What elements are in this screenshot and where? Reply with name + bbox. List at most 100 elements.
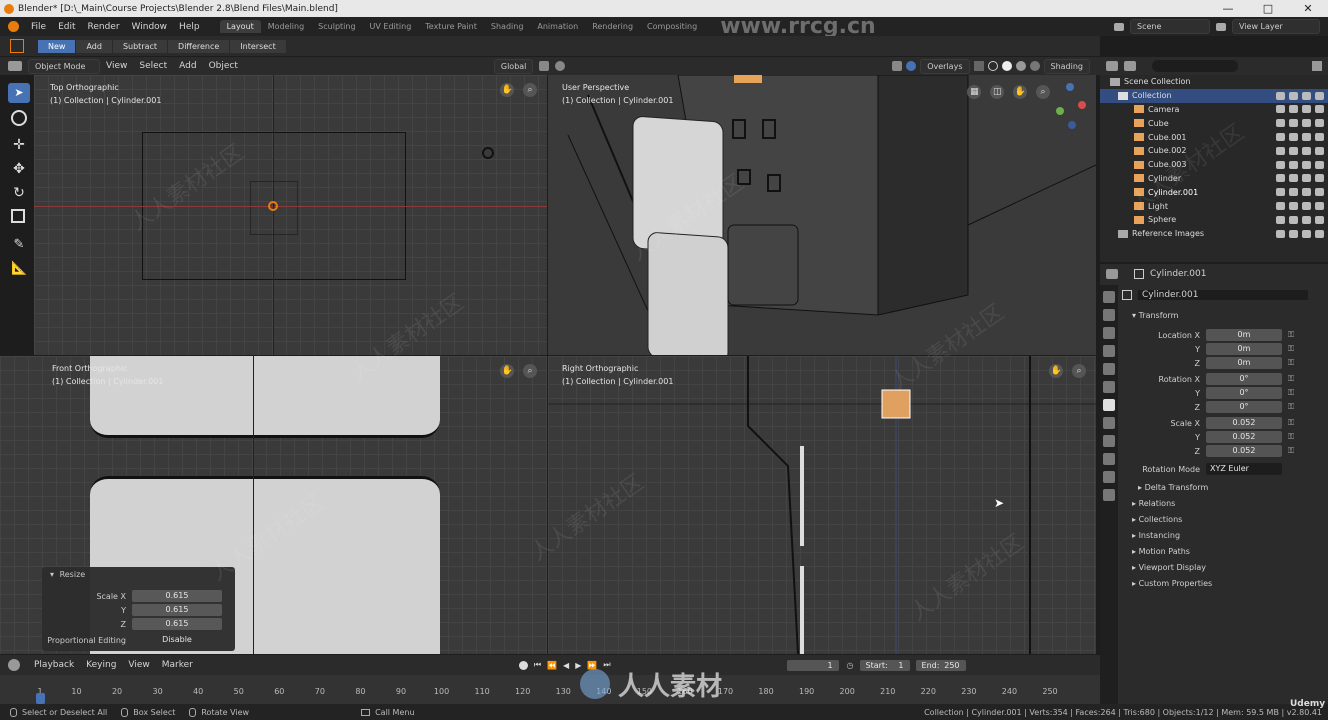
outliner-item-cube[interactable]: Cube: [1100, 116, 1328, 130]
mode-add-button[interactable]: Add: [76, 39, 113, 53]
zoom-icon[interactable]: ⌕: [1036, 85, 1050, 99]
mode-intersect-button[interactable]: Intersect: [230, 39, 287, 53]
output-tab-icon[interactable]: [1103, 327, 1115, 339]
select-box-tool-icon[interactable]: [10, 39, 24, 53]
rotation-mode-dropdown[interactable]: XYZ Euler: [1206, 463, 1282, 475]
custom-properties-header[interactable]: ▸ Custom Properties: [1118, 576, 1328, 592]
outliner-item-cube-002[interactable]: Cube.002: [1100, 144, 1328, 158]
proportional-editing-dropdown[interactable]: Disable: [132, 634, 222, 646]
menu-select[interactable]: Select: [133, 61, 173, 71]
annotate-tool-icon[interactable]: ✎: [11, 237, 27, 253]
zoom-icon[interactable]: ⌕: [1072, 364, 1086, 378]
zoom-icon[interactable]: ⌕: [523, 364, 537, 378]
jump-start-icon[interactable]: ⏮: [534, 660, 541, 670]
outliner-editor-icon[interactable]: [1106, 61, 1118, 71]
instancing-header[interactable]: ▸ Instancing: [1118, 528, 1328, 544]
constraint-tab-icon[interactable]: [1103, 435, 1115, 447]
lock-icon[interactable]: ⚿: [1288, 344, 1294, 354]
blender-menu-icon[interactable]: [8, 21, 19, 32]
tab-rendering[interactable]: Rendering: [585, 20, 640, 33]
view-layer-selector[interactable]: View Layer: [1232, 19, 1320, 34]
scale-z-field[interactable]: 0.615: [132, 618, 222, 630]
timeline-scrubber[interactable]: 1102030405060708090100110120130140150160…: [0, 675, 1100, 704]
tool-tab-icon[interactable]: [1103, 291, 1115, 303]
pan-icon[interactable]: ✋: [1049, 364, 1064, 378]
minimize-button[interactable]: —: [1208, 2, 1248, 15]
rotate-tool-icon[interactable]: ↻: [11, 185, 27, 201]
shading-dropdown[interactable]: Shading: [1043, 58, 1090, 74]
scale-x-field[interactable]: 0.052: [1206, 417, 1282, 429]
view-layer-tab-icon[interactable]: [1103, 345, 1115, 357]
object-tab-icon[interactable]: [1103, 399, 1115, 411]
rotation-x-field[interactable]: 0°: [1206, 373, 1282, 385]
object-name-field[interactable]: Cylinder.001: [1138, 290, 1308, 300]
current-frame-field[interactable]: 1: [786, 659, 839, 671]
mode-difference-button[interactable]: Difference: [168, 39, 231, 53]
outliner-item-cylinder-001[interactable]: Cylinder.001: [1100, 185, 1328, 199]
close-button[interactable]: ✕: [1288, 2, 1328, 15]
cursor-tool-icon[interactable]: [11, 110, 27, 126]
motion-paths-header[interactable]: ▸ Motion Paths: [1118, 544, 1328, 560]
shading-wireframe-icon[interactable]: [987, 61, 998, 71]
modifier-tab-icon[interactable]: [1103, 417, 1115, 429]
lock-icon[interactable]: ⚿: [1288, 432, 1294, 442]
scale-y-field[interactable]: 0.615: [132, 604, 222, 616]
menu-help[interactable]: Help: [173, 22, 206, 32]
menu-edit[interactable]: Edit: [52, 22, 81, 32]
start-frame-field[interactable]: Start: 1: [859, 659, 910, 671]
collections-header[interactable]: ▸ Collections: [1118, 512, 1328, 528]
xray-icon[interactable]: [973, 61, 984, 71]
world-tab-icon[interactable]: [1103, 381, 1115, 393]
menu-playback[interactable]: Playback: [28, 660, 80, 670]
orientation-dropdown[interactable]: Global: [493, 58, 534, 74]
perspective-toggle-icon[interactable]: ◫: [990, 85, 1005, 99]
pan-icon[interactable]: ✋: [1013, 85, 1028, 99]
location-z-field[interactable]: 0m: [1206, 357, 1282, 369]
outliner-item-cylinder[interactable]: Cylinder: [1100, 172, 1328, 186]
editor-type-icon[interactable]: [8, 61, 22, 71]
menu-window[interactable]: Window: [126, 22, 174, 32]
tab-animation[interactable]: Animation: [530, 20, 585, 33]
data-tab-icon[interactable]: [1103, 453, 1115, 465]
menu-view[interactable]: View: [100, 61, 133, 71]
menu-object[interactable]: Object: [203, 61, 244, 71]
relations-header[interactable]: ▸ Relations: [1118, 496, 1328, 512]
overlays-dropdown[interactable]: Overlays: [920, 58, 970, 74]
lock-icon[interactable]: ⚿: [1288, 374, 1294, 384]
transform-panel-header[interactable]: ▾ Transform: [1118, 308, 1328, 324]
snap-icon[interactable]: [539, 61, 550, 71]
outliner-reference-images[interactable]: Reference Images: [1100, 227, 1328, 241]
outliner-item-light[interactable]: Light: [1100, 199, 1328, 213]
record-icon[interactable]: [518, 660, 528, 670]
menu-marker[interactable]: Marker: [156, 660, 199, 670]
select-tool-icon[interactable]: ➤: [8, 83, 30, 103]
mode-new-button[interactable]: New: [38, 39, 77, 53]
viewport-user-perspective[interactable]: User Perspective (1) Collection | Cylind…: [548, 75, 1096, 355]
play-reverse-icon[interactable]: ◀: [563, 661, 569, 670]
tab-layout[interactable]: Layout: [219, 20, 261, 33]
outliner-item-sphere[interactable]: Sphere: [1100, 213, 1328, 227]
end-frame-field[interactable]: End: 250: [915, 659, 966, 671]
timeline-editor-icon[interactable]: [8, 659, 20, 671]
menu-timeline-view[interactable]: View: [122, 660, 155, 670]
measure-tool-icon[interactable]: 📐: [11, 261, 27, 277]
outliner-scene-collection[interactable]: Scene Collection: [1100, 75, 1328, 89]
outliner-item-cube-003[interactable]: Cube.003: [1100, 158, 1328, 172]
properties-editor-icon[interactable]: [1106, 269, 1118, 279]
scale-z-field[interactable]: 0.052: [1206, 445, 1282, 457]
shading-rendered-icon[interactable]: [1029, 61, 1040, 71]
viewport-top-orthographic[interactable]: Top Orthographic (1) Collection | Cylind…: [34, 75, 547, 355]
lock-icon[interactable]: ⚿: [1288, 418, 1294, 428]
shading-material-icon[interactable]: [1015, 61, 1026, 71]
mode-dropdown[interactable]: Object Mode: [28, 58, 100, 74]
outliner-item-cube-001[interactable]: Cube.001: [1100, 130, 1328, 144]
transform-tool-icon[interactable]: ✥: [11, 161, 27, 177]
scene-tab-icon[interactable]: [1103, 363, 1115, 375]
camera-view-icon[interactable]: ▦: [967, 85, 982, 99]
location-x-field[interactable]: 0m: [1206, 329, 1282, 341]
rotation-z-field[interactable]: 0°: [1206, 401, 1282, 413]
pan-icon[interactable]: ✋: [500, 83, 515, 97]
shading-solid-icon[interactable]: [1001, 61, 1012, 71]
texture-tab-icon[interactable]: [1103, 489, 1115, 501]
outliner-collection[interactable]: Collection: [1100, 88, 1328, 103]
